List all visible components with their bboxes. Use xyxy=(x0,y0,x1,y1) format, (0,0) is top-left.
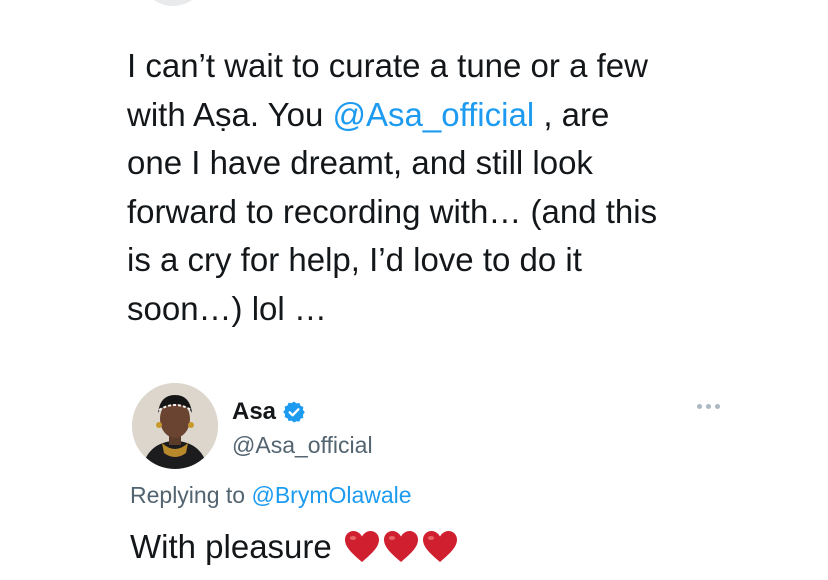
user-info: Asa @Asa_official xyxy=(232,396,373,459)
avatar[interactable] xyxy=(132,383,218,469)
red-heart-icon xyxy=(383,531,418,562)
tweet-line: I can’t wait to curate a tune or a few xyxy=(127,42,747,91)
mention-link[interactable]: @Asa_official xyxy=(333,96,535,133)
tweet-text-segment: soon…) lol … xyxy=(127,289,327,327)
tweet-line: forward to recording with… (and this xyxy=(127,188,747,237)
replying-to-mention[interactable]: @BrymOlawale xyxy=(251,482,411,508)
replying-to: Replying to @BrymOlawale xyxy=(130,482,412,509)
display-name-row: Asa xyxy=(232,396,373,428)
replying-to-label: Replying to xyxy=(130,482,252,508)
user-handle[interactable]: @Asa_official xyxy=(232,432,373,459)
tweet-text-segment: is a cry for help, I’d love to do it xyxy=(127,241,582,278)
tweet-text-segment: with Aṣa. You xyxy=(127,95,333,133)
previous-avatar-fragment xyxy=(140,0,206,6)
reply-text-content: With pleasure xyxy=(130,528,332,565)
more-options-dot xyxy=(697,404,702,409)
tweet-line: one I have dreamt, and still look xyxy=(127,139,747,188)
tweet-line: with Aṣa. You @Asa_official , are xyxy=(127,91,747,140)
display-name[interactable]: Asa xyxy=(232,398,276,426)
heart-emoji-group xyxy=(344,530,458,564)
tweet-text-segment: I can’t wait to curate a tune or a few xyxy=(127,47,648,84)
tweet-text-segment: , are xyxy=(534,95,610,133)
more-options-dot xyxy=(706,404,711,409)
red-heart-icon xyxy=(422,531,457,562)
avatar-portrait-icon xyxy=(132,383,218,469)
tweet-line: soon…) lol … xyxy=(127,285,747,334)
reply-tweet: Asa @Asa_official Replying to @BrymOlawa… xyxy=(127,378,727,578)
tweet-text-segment: one I have dreamt, and still look xyxy=(127,144,593,181)
more-options-icon[interactable] xyxy=(697,404,720,409)
tweet-text: I can’t wait to curate a tune or a few w… xyxy=(127,42,747,333)
red-heart-icon xyxy=(344,531,379,562)
tweet-text-segment: forward to recording with… (and this xyxy=(127,192,658,230)
reply-text: With pleasure xyxy=(130,528,458,566)
more-options-dot xyxy=(715,404,720,409)
tweet-line: is a cry for help, I’d love to do it xyxy=(127,236,747,285)
verified-badge-icon xyxy=(282,400,306,424)
